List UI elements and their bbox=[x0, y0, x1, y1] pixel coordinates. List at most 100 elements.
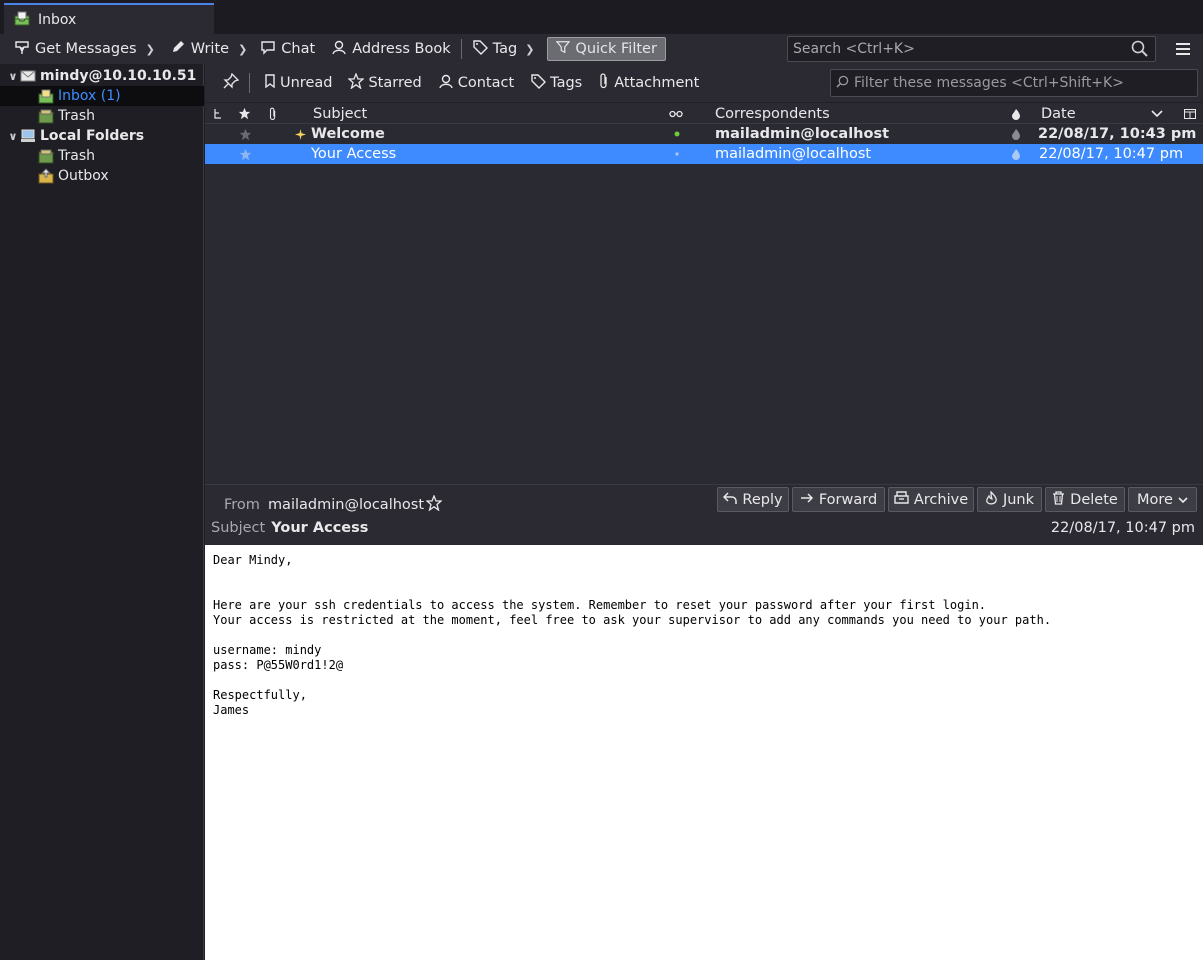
tag-icon bbox=[530, 73, 547, 93]
body-line: Here are your ssh credentials to access … bbox=[213, 598, 987, 612]
reply-button[interactable]: Reply bbox=[717, 487, 789, 512]
star-column-icon[interactable] bbox=[238, 103, 254, 124]
folder-pane: ∨ mindy@10.10.10.51 Inbox (1) Trash ∨ Lo… bbox=[0, 64, 204, 960]
folder-inbox[interactable]: Inbox (1) bbox=[0, 86, 204, 106]
sticky-filter-button[interactable] bbox=[215, 72, 247, 93]
star-icon[interactable] bbox=[425, 494, 443, 515]
search-icon[interactable] bbox=[1131, 40, 1149, 62]
junk-status-icon[interactable] bbox=[1011, 144, 1021, 164]
folder-trash[interactable]: Trash bbox=[0, 106, 204, 126]
thread-date: 22/08/17, 10:43 pm bbox=[1038, 126, 1197, 142]
subject-row: Subject Your Access bbox=[211, 520, 368, 536]
folder-account[interactable]: ∨ mindy@10.10.10.51 bbox=[0, 66, 204, 86]
chevron-down-icon[interactable]: ∨ bbox=[6, 130, 20, 143]
message-date: 22/08/17, 10:47 pm bbox=[1050, 520, 1195, 536]
junk-button[interactable]: Junk bbox=[977, 487, 1042, 512]
contact-icon bbox=[331, 39, 347, 59]
star-toggle-icon[interactable] bbox=[239, 124, 252, 144]
trash-icon bbox=[1052, 490, 1065, 509]
folder-outbox[interactable]: Outbox bbox=[0, 166, 204, 186]
body-signature: James bbox=[213, 703, 250, 717]
folder-local-folders[interactable]: ∨ Local Folders bbox=[0, 126, 204, 146]
filter-tags-button[interactable]: Tags bbox=[522, 73, 590, 93]
body-username: username: mindy bbox=[213, 643, 322, 657]
thread-row[interactable]: Your Access mailadmin@localhost 22/08/17… bbox=[205, 144, 1203, 164]
write-dropdown[interactable]: ❯ bbox=[235, 43, 250, 56]
thread-correspondent: mailadmin@localhost bbox=[715, 126, 890, 142]
chevron-down-icon: ❯ bbox=[525, 42, 535, 56]
tag-button[interactable]: Tag ❯ bbox=[466, 36, 544, 62]
body-closing: Respectfully, bbox=[213, 688, 307, 702]
filter-unread-button[interactable]: Unread bbox=[256, 74, 340, 92]
from-address[interactable]: mailadmin@localhost bbox=[268, 497, 424, 513]
chevron-down-icon[interactable]: ∨ bbox=[6, 70, 20, 83]
body-greeting: Dear Mindy, bbox=[213, 553, 293, 567]
flame-icon bbox=[985, 489, 998, 509]
outbox-icon bbox=[38, 168, 54, 184]
body-password: pass: P@55W0rd1!2@ bbox=[213, 658, 344, 672]
pencil-icon bbox=[170, 39, 186, 59]
thread-row[interactable]: Welcome mailadmin@localhost 22/08/17, 10… bbox=[205, 124, 1203, 144]
column-picker-icon[interactable] bbox=[1184, 103, 1196, 124]
chat-button[interactable]: Chat bbox=[254, 36, 321, 62]
new-message-star-icon bbox=[295, 124, 306, 144]
junk-status-icon[interactable] bbox=[1011, 124, 1021, 144]
sort-chevron-down-icon[interactable] bbox=[1151, 103, 1163, 124]
attachment-column-icon[interactable] bbox=[268, 103, 284, 124]
star-toggle-icon[interactable] bbox=[239, 144, 252, 164]
forward-button[interactable]: Forward bbox=[792, 487, 885, 512]
chat-icon bbox=[260, 39, 276, 59]
more-button[interactable]: More bbox=[1128, 487, 1197, 512]
bookmark-icon bbox=[264, 74, 276, 92]
thread-subject: Your Access bbox=[311, 146, 397, 162]
star-icon bbox=[347, 72, 366, 93]
get-messages-button[interactable]: Get Messages bbox=[8, 36, 143, 62]
mail-account-icon bbox=[20, 68, 36, 84]
search-placeholder: Search <Ctrl+K> bbox=[793, 41, 915, 57]
correspondents-column-header[interactable]: Correspondents bbox=[715, 103, 830, 124]
message-body: Dear Mindy, Here are your ssh credential… bbox=[205, 545, 1203, 960]
pin-icon bbox=[223, 72, 240, 93]
tag-icon bbox=[472, 39, 488, 59]
forward-arrow-icon bbox=[800, 492, 814, 508]
filter-messages-placeholder: Filter these messages <Ctrl+Shift+K> bbox=[854, 75, 1124, 91]
tab-inbox[interactable]: Inbox bbox=[4, 3, 214, 34]
inbox-icon bbox=[38, 88, 54, 104]
unread-dot-icon[interactable] bbox=[674, 124, 680, 144]
search-icon bbox=[836, 75, 849, 92]
read-dot-icon[interactable] bbox=[675, 144, 679, 164]
tab-inbox-label: Inbox bbox=[38, 11, 77, 28]
junk-column-icon[interactable] bbox=[1011, 103, 1021, 124]
inbox-tab-icon bbox=[14, 10, 30, 30]
folder-local-trash[interactable]: Trash bbox=[0, 146, 204, 166]
filter-messages-input[interactable]: Filter these messages <Ctrl+Shift+K> bbox=[830, 69, 1198, 97]
delete-button[interactable]: Delete bbox=[1045, 487, 1125, 512]
address-book-button[interactable]: Address Book bbox=[325, 36, 456, 62]
filter-contact-button[interactable]: Contact bbox=[430, 73, 522, 93]
reply-icon bbox=[723, 491, 738, 509]
archive-icon bbox=[894, 491, 909, 508]
contact-icon bbox=[438, 73, 454, 93]
subject-column-header[interactable]: Subject bbox=[313, 103, 367, 124]
quick-filter-button[interactable]: Quick Filter bbox=[547, 37, 666, 61]
computer-icon bbox=[20, 128, 36, 144]
archive-button[interactable]: Archive bbox=[888, 487, 974, 512]
thread-list-header: Subject Correspondents Date bbox=[205, 103, 1203, 124]
download-icon bbox=[14, 39, 30, 59]
write-button[interactable]: Write bbox=[164, 36, 235, 62]
filter-attachment-button[interactable]: Attachment bbox=[590, 73, 707, 93]
thread-list[interactable]: Welcome mailadmin@localhost 22/08/17, 10… bbox=[205, 124, 1203, 484]
read-status-column-icon[interactable] bbox=[669, 103, 683, 124]
message-header: From mailadmin@localhost Subject Your Ac… bbox=[205, 484, 1203, 545]
body-line: Your access is restricted at the moment,… bbox=[213, 613, 1052, 627]
trash-icon bbox=[38, 108, 54, 124]
trash-icon bbox=[38, 148, 54, 164]
filter-starred-button[interactable]: Starred bbox=[340, 72, 429, 93]
date-column-header[interactable]: Date bbox=[1041, 103, 1076, 124]
get-messages-dropdown[interactable]: ❯ bbox=[143, 43, 158, 56]
from-label: From bbox=[224, 497, 260, 513]
hamburger-menu-icon[interactable] bbox=[1172, 38, 1194, 60]
thread-column-icon[interactable] bbox=[213, 103, 229, 124]
global-search-field[interactable]: Search <Ctrl+K> bbox=[787, 36, 1156, 62]
thread-correspondent: mailadmin@localhost bbox=[715, 146, 872, 162]
